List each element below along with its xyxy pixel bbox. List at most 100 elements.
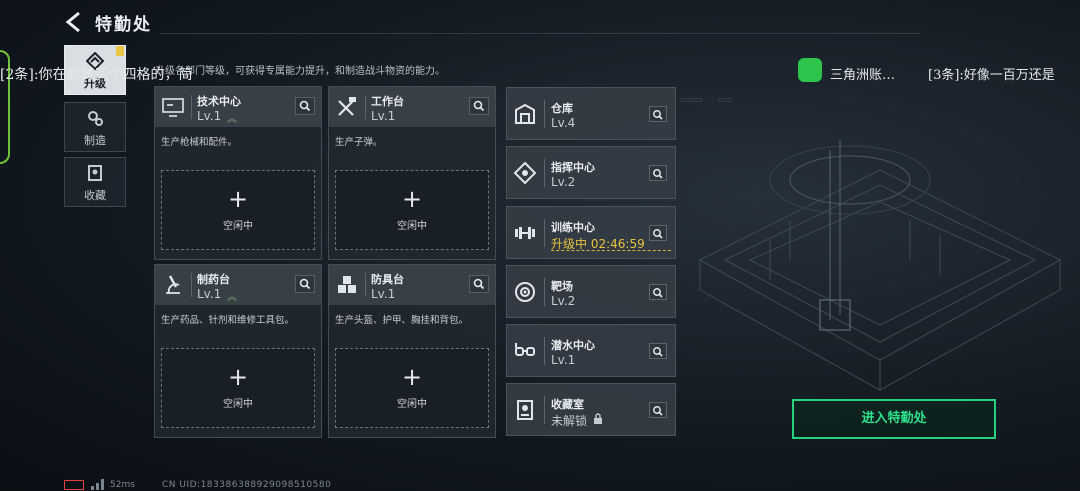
card-title: 技术中心 [197,95,241,108]
divider [365,273,366,297]
rank-chevron-icon: ︽ [227,292,237,303]
production-slot[interactable]: + 空闲中 [335,170,489,250]
facility-status: Lv.4 [551,116,576,130]
tools-icon [338,97,356,116]
facility-training-center[interactable]: 训练中心 升级中 02:46:59 [506,206,676,259]
search-icon [653,229,663,239]
search-icon [653,288,663,298]
divider [544,219,545,247]
nav-label: 收藏 [84,189,106,202]
ping-readout: 52ms [110,480,135,490]
back-arrow-icon[interactable] [62,10,86,34]
card-title: 工作台 [371,95,404,108]
slot-status: 空闲中 [223,221,253,232]
microscope-icon [166,275,180,294]
card-level: Lv.1 [371,109,396,123]
facility-command-center[interactable]: 指挥中心 Lv.2 [506,146,676,199]
search-button[interactable] [469,97,489,115]
card-pharmacy[interactable]: 制药台 Lv.1 ︽ 生产药品、针剂和维修工具包。 + 空闲中 [154,264,322,438]
search-button[interactable] [649,225,667,241]
search-icon [299,278,311,290]
battery-icon [64,480,84,490]
search-button[interactable] [649,106,667,122]
search-button[interactable] [649,343,667,359]
card-level: Lv.1 [197,287,222,301]
armor-icon [338,276,356,293]
divider [544,396,545,424]
plus-icon: + [401,363,423,391]
card-workbench[interactable]: 工作台 Lv.1 生产子弹。 + 空闲中 [328,86,496,260]
search-icon [653,347,663,357]
card-description: 生产药品、针剂和维修工具包。 [161,315,295,326]
facility-status: 未解锁 [551,414,588,428]
search-icon [653,110,663,120]
search-icon [299,100,311,112]
card-level: Lv.1 [197,109,222,123]
notification-badge [116,46,124,56]
decor-code: ▭▭▭ ◦◦ ▭▭ [680,95,733,104]
target-icon [515,282,535,302]
facility-name: 仓库 [551,102,573,115]
facility-shooting-range[interactable]: 靶场 Lv.2 [506,265,676,318]
facility-name: 收藏室 [551,398,584,411]
plus-icon: + [227,363,249,391]
search-button[interactable] [649,284,667,300]
search-button[interactable] [649,165,667,181]
production-slot[interactable]: + 空闲中 [161,348,315,428]
facility-diving-center[interactable]: 潜水中心 Lv.1 [506,324,676,377]
divider [191,273,192,297]
divider [544,100,545,128]
search-icon [653,169,663,179]
slot-status: 空闲中 [397,221,427,232]
danmaku-text: [2条]:你在商城买个四格的，简 [0,67,193,83]
plus-icon: + [227,185,249,213]
divider [544,337,545,365]
signal-icon [91,479,104,490]
search-button[interactable] [469,275,489,293]
facility-name: 靶场 [551,280,573,293]
slot-status: 空闲中 [223,399,253,410]
divider [191,95,192,119]
facility-status: Lv.2 [551,294,576,308]
notification-text: 三角洲账… [830,68,896,83]
card-description: 生产枪械和配件。 [161,137,238,148]
production-slot[interactable]: + 空闲中 [335,348,489,428]
production-slot[interactable]: + 空闲中 [161,170,315,250]
gears-icon [88,111,103,126]
monitor-icon [162,98,184,117]
nav-craft[interactable]: 制造 [64,102,126,152]
divider [160,33,920,34]
card-title: 防具台 [371,273,404,286]
enter-special-ops-button[interactable]: 进入特勤处 [792,399,996,439]
facility-status: Lv.2 [551,175,576,189]
lock-icon [594,413,602,424]
collection-icon [88,165,102,181]
search-icon [473,100,485,112]
danmaku-text: [3条]:好像一百万还是 [928,68,1055,83]
facility-warehouse[interactable]: 仓库 Lv.4 [506,87,676,140]
search-icon [473,278,485,290]
plus-icon: + [401,185,423,213]
search-button[interactable] [295,275,315,293]
card-description: 生产头盔、护甲、胸挂和背包。 [335,315,469,326]
wechat-icon [798,58,822,82]
facility-name: 指挥中心 [551,161,595,174]
card-armor-bench[interactable]: 防具台 Lv.1 生产头盔、护甲、胸挂和背包。 + 空闲中 [328,264,496,438]
card-title: 制药台 [197,273,230,286]
upgrade-progress [551,250,671,252]
warehouse-icon [515,103,535,124]
facility-collection-room[interactable]: 收藏室 未解锁 [506,383,676,436]
divider [544,159,545,187]
card-description: 生产子弹。 [335,137,383,148]
trophy-icon [517,400,533,420]
nav-collection[interactable]: 收藏 [64,157,126,207]
nav-label: 制造 [84,134,106,147]
search-button[interactable] [649,402,667,418]
card-tech-center[interactable]: 技术中心 Lv.1 ︽ 生产枪械和配件。 + 空闲中 [154,86,322,260]
diving-icon [515,343,535,356]
slot-status: 空闲中 [397,399,427,410]
command-icon [513,161,537,185]
building-render [698,140,1062,391]
rank-chevron-icon: ︽ [227,114,237,125]
search-button[interactable] [295,97,315,115]
